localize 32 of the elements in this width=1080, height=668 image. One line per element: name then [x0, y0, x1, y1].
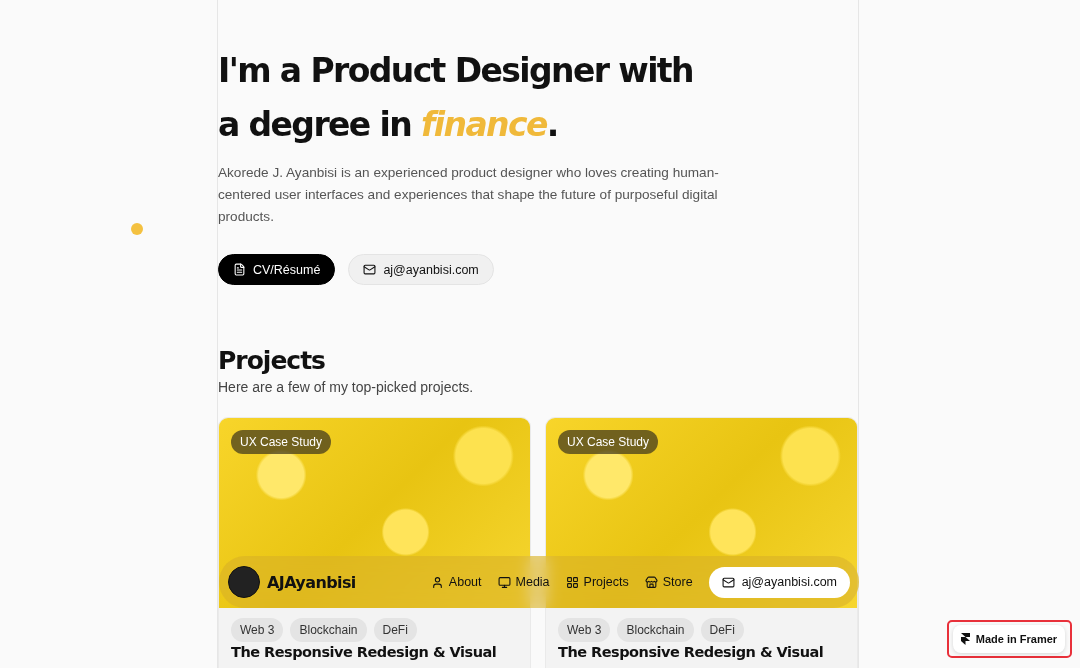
document-icon	[233, 263, 246, 276]
monitor-icon	[497, 575, 511, 589]
grid-icon	[565, 575, 579, 589]
nav-link[interactable]: Store	[644, 575, 693, 589]
project-title: The Responsive Redesign & Visual	[230, 643, 498, 661]
intro-paragraph: Akorede J. Ayanbisi is an experienced product designer who loves creating human-centered user interfaces and experiences that shape the future of purposeful digital products.	[218, 164, 720, 226]
nav-link[interactable]: Projects	[565, 575, 629, 589]
nav-link[interactable]: About	[430, 575, 482, 589]
hero-heading: I'm a Product Designer with	[218, 50, 694, 92]
tag: Blockchain	[290, 618, 367, 642]
tag: DeFi	[373, 618, 417, 642]
brand-name[interactable]: AJAyanbisi	[267, 572, 431, 592]
section-title: Projects	[218, 345, 326, 377]
framer-logo-icon	[960, 633, 970, 645]
mail-icon	[721, 575, 735, 589]
hero-heading: a degree in finance.	[218, 104, 559, 146]
section-subtitle: Here are a few of my top-picked projects.	[218, 379, 475, 395]
email-button[interactable]: aj@ayanbisi.com	[348, 254, 494, 285]
mail-icon	[363, 263, 377, 276]
decorative-dot	[131, 223, 143, 235]
tag: DeFi	[700, 618, 744, 642]
framer-badge[interactable]: Made in Framer	[953, 625, 1065, 653]
tag: Web 3	[558, 618, 611, 642]
email-button[interactable]: aj@ayanbisi.com	[708, 566, 850, 598]
category-badge: UX Case Study	[231, 430, 332, 454]
person-icon	[430, 575, 444, 589]
tag: Web 3	[231, 618, 284, 642]
resume-button[interactable]: CV/Résumé	[218, 254, 336, 285]
store-icon	[644, 575, 658, 589]
category-badge: UX Case Study	[558, 430, 659, 454]
tag: Blockchain	[617, 618, 694, 642]
project-title: The Responsive Redesign & Visual	[557, 643, 825, 661]
